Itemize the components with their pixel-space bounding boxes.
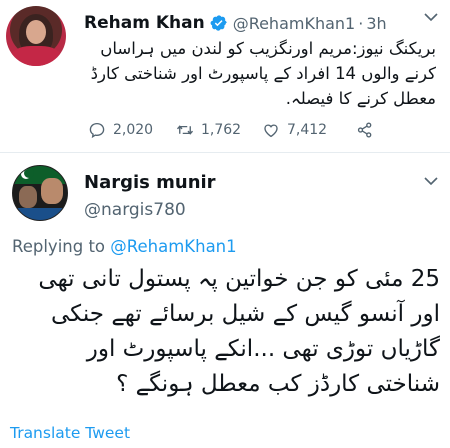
author-handle[interactable]: @RehamKhan1 [233, 14, 356, 33]
replying-to: Replying to @RehamKhan1 [12, 237, 237, 256]
tweet-text: 25 مئی کو جن خواتین پہ پستول تانی تھی او… [38, 266, 440, 397]
tweet-divider [0, 152, 450, 153]
tweet-header: Reham Khan @RehamKhan1 · 3h [84, 10, 387, 36]
share-button[interactable] [356, 118, 381, 142]
share-icon [357, 122, 372, 138]
retweet-button[interactable]: 1,762 [176, 118, 241, 142]
chevron-down-icon[interactable] [422, 10, 440, 24]
reply-count: 2,020 [113, 122, 154, 138]
translate-tweet-link[interactable]: Translate Tweet [10, 424, 130, 442]
tweet-text: بریکنگ نیوز:مریم اورنگزیب کو لندن میں ہر… [90, 39, 436, 108]
tweet-reham-khan[interactable]: Reham Khan @RehamKhan1 · 3h بریکنگ نیوز:… [0, 0, 450, 152]
separator-dot: · [358, 13, 364, 33]
reply-icon [89, 122, 105, 139]
author-handle[interactable]: @nargis780 [84, 200, 186, 220]
tweet-actions: 2,020 1,762 7,412 [88, 118, 428, 142]
tweet-timestamp[interactable]: 3h [366, 14, 386, 33]
author-name[interactable]: Nargis munir [84, 172, 216, 193]
like-button[interactable]: 7,412 [262, 118, 327, 142]
replying-to-mention-link[interactable]: @RehamKhan1 [110, 237, 236, 256]
heart-icon [264, 124, 278, 138]
author-name[interactable]: Reham Khan [84, 13, 205, 33]
retweet-count: 1,762 [201, 122, 242, 138]
chevron-down-icon[interactable] [422, 174, 440, 188]
verified-badge-icon [210, 15, 227, 31]
avatar-reham-khan[interactable] [6, 6, 66, 66]
like-count: 7,412 [287, 122, 328, 138]
reply-button[interactable]: 2,020 [88, 118, 153, 142]
replying-to-label: Replying to [12, 237, 106, 256]
retweet-icon [176, 125, 194, 135]
avatar-nargis-munir[interactable] [12, 165, 68, 221]
